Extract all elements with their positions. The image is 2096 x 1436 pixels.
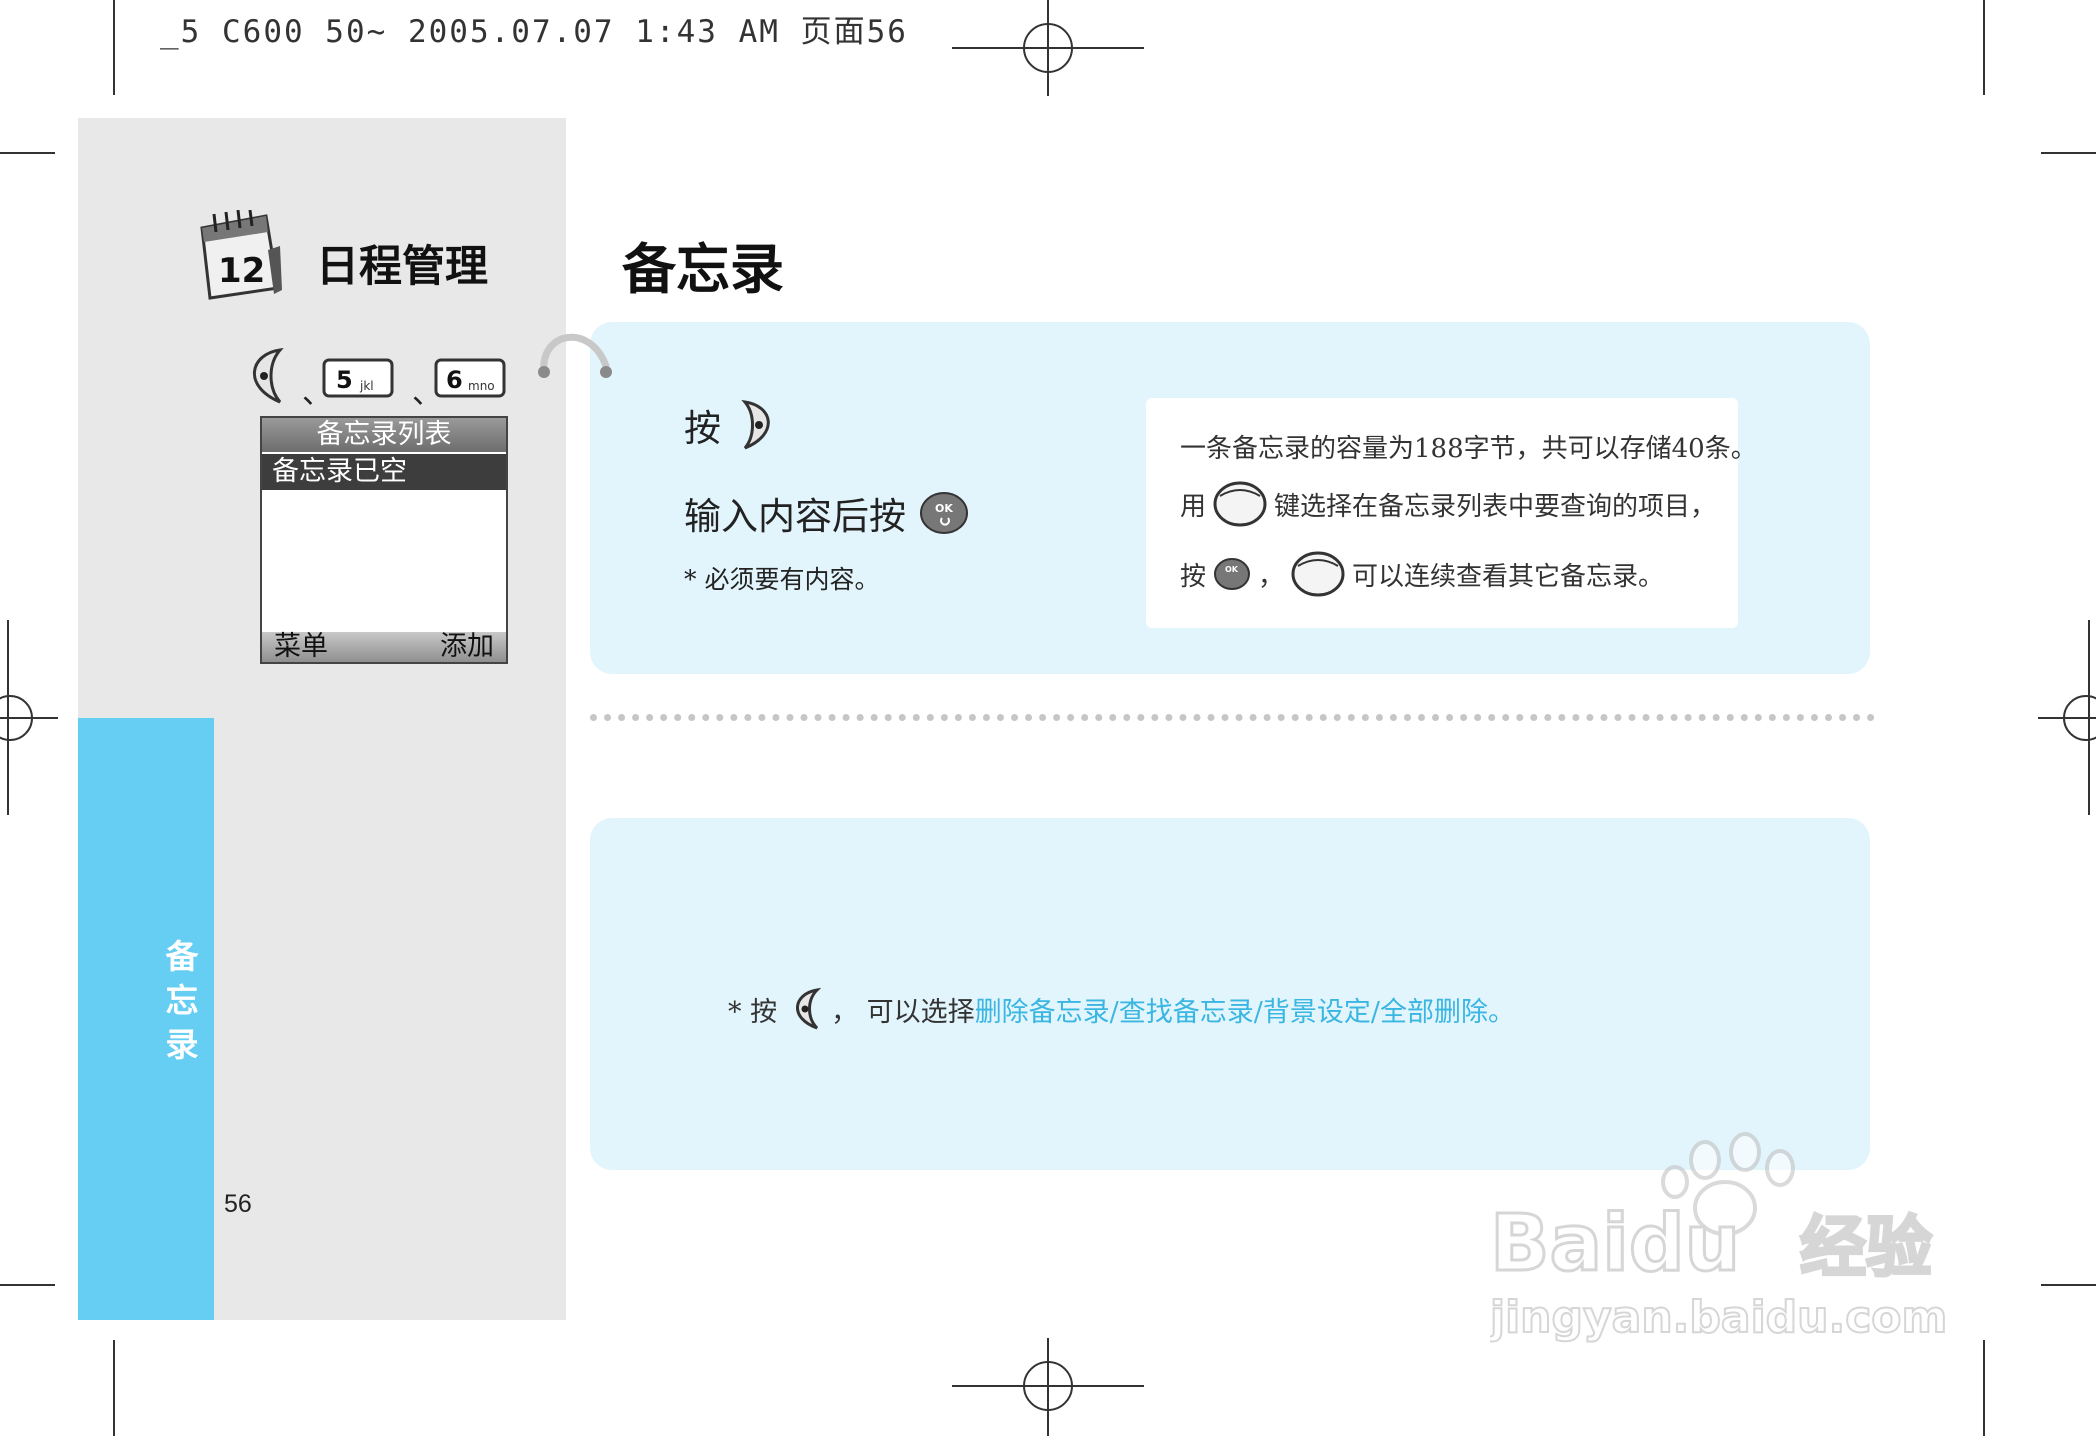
step-press-right-key: 按: [684, 398, 785, 452]
watermark-brand: Baidu: [1490, 1199, 1740, 1289]
calendar-icon: 12: [200, 210, 282, 300]
phone-list-item-selected[interactable]: 备忘录已空: [262, 454, 506, 490]
key-sequence: 、 5 jkl 、 6 mno: [240, 346, 520, 411]
watermark-url: jingyan.baidu.com: [1490, 1292, 1947, 1343]
crop-mark: [2041, 1284, 2096, 1286]
registration-mark-bottom: [952, 1338, 1144, 1436]
options-note-mid: ， 可以选择: [831, 996, 975, 1028]
phone-screen: 备忘录列表 备忘录已空 菜单 添加: [260, 416, 508, 664]
step2-text: 输入内容后按: [684, 495, 906, 538]
options-note: * 按 ， 可以选择 删除备忘录/查找备忘录/背景设定/全部删除。: [728, 986, 1515, 1032]
phone-softkey-bar: 菜单 添加: [262, 632, 506, 662]
key-6-digit: 6: [446, 366, 463, 394]
right-soft-key-icon: [741, 399, 770, 450]
key-5-icon: 5 jkl: [322, 358, 394, 398]
softkey-add[interactable]: 添加: [440, 632, 494, 662]
key-6-icon: 6 mno: [434, 358, 506, 398]
info-browse-sep: ，: [1258, 561, 1285, 592]
softkey-menu[interactable]: 菜单: [274, 632, 328, 662]
baidu-jingyan-watermark: Baidu 经验 jingyan.baidu.com: [1490, 1132, 1948, 1344]
phone-screen-title: 备忘录列表: [262, 418, 506, 452]
info-browse-prefix: 按: [1180, 561, 1207, 592]
info-browse-suffix: 可以连续查看其它备忘录。: [1352, 561, 1665, 592]
registration-mark-left: [0, 695, 58, 741]
ok-key-label: OK: [1225, 565, 1239, 574]
print-header: _5 C600 50~ 2005.07.07 1:43 AM 页面56: [160, 14, 908, 50]
crop-mark: [1983, 0, 1985, 95]
info-browse: 按 OK ， 可以连续查看其它备忘录。: [1180, 550, 1664, 598]
key-5-letters: jkl: [359, 379, 374, 393]
ring-hook-icon: [538, 333, 612, 378]
calendar-day: 12: [218, 251, 265, 291]
step-enter-content: 输入内容后按 OK: [684, 486, 976, 540]
key-6-letters: mno: [468, 379, 495, 393]
crop-mark: [1983, 1340, 1985, 1436]
left-soft-key-icon: [252, 347, 284, 404]
step1-text: 按: [684, 407, 721, 450]
dotted-divider: [590, 714, 1875, 721]
ok-key-icon: OK: [1214, 558, 1251, 590]
key-5-digit: 5: [336, 366, 353, 394]
info-capacity: 一条备忘录的容量为188字节，共可以存储40条。: [1180, 434, 1757, 464]
required-note: * 必须要有内容。: [684, 565, 880, 594]
registration-mark-right: [2038, 695, 2096, 741]
navigation-key-icon: [1213, 481, 1267, 527]
crop-mark: [0, 1284, 55, 1286]
info-navigate-suffix: 键选择在备忘录列表中要查询的项目，: [1274, 491, 1717, 522]
watermark-brand-suffix: 经验: [1800, 1209, 1932, 1286]
main-title: 备忘录: [622, 238, 784, 301]
ok-key-icon: OK: [920, 492, 968, 534]
registration-mark-top: [952, 0, 1144, 96]
options-list: 删除备忘录/查找备忘录/背景设定/全部删除。: [974, 996, 1515, 1028]
options-note-prefix: * 按: [728, 996, 778, 1028]
crop-mark: [113, 1340, 115, 1436]
left-soft-key-icon: [796, 987, 822, 1030]
ok-key-label: OK: [935, 502, 953, 515]
crop-mark: [2041, 152, 2096, 154]
section-title: 日程管理: [316, 242, 488, 292]
crop-mark: [113, 0, 115, 95]
side-tab-label: 备 忘 录: [165, 937, 199, 1064]
info-navigate-prefix: 用: [1180, 491, 1207, 522]
navigation-key-icon: [1291, 551, 1345, 597]
page-number: 56: [224, 1190, 252, 1218]
crop-mark: [0, 152, 55, 154]
info-navigate: 用 键选择在备忘录列表中要查询的项目，: [1180, 480, 1716, 528]
